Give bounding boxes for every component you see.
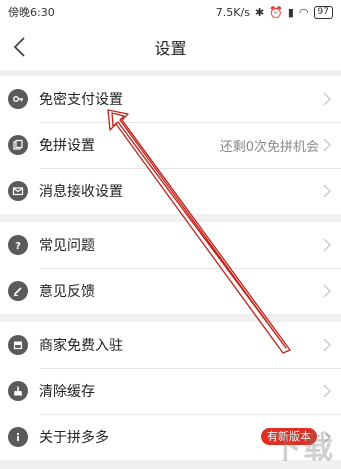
broom-icon — [8, 381, 28, 401]
alarm-icon: ⏰ — [269, 5, 283, 19]
wifi-icon: ◠ — [298, 5, 309, 19]
settings-item-label: 免拼设置 — [39, 138, 95, 154]
settings-item-clear-cache[interactable]: 清除缓存 — [0, 368, 341, 414]
page-title: 设置 — [154, 39, 187, 58]
watermark: 下载 — [271, 431, 335, 466]
pencil-icon — [8, 281, 28, 301]
settings-item-merchant-join[interactable]: 商家免费入驻 — [0, 322, 341, 368]
chevron-right-icon — [323, 184, 331, 198]
status-time: 傍晚6:30 — [8, 6, 55, 19]
settings-item-label: 商家免费入驻 — [39, 338, 123, 354]
settings-item-label: 意见反馈 — [39, 284, 95, 300]
store-icon — [8, 335, 28, 355]
battery-indicator: 97 — [313, 5, 333, 19]
chevron-right-icon — [323, 384, 331, 398]
info-icon — [8, 427, 28, 447]
chevron-right-icon — [323, 138, 331, 152]
settings-item-free-group[interactable]: 免拼设置 还剩0次免拼机会 — [0, 122, 341, 168]
nav-bar: 设置 — [0, 24, 341, 70]
bluetooth-icon: ✱ — [254, 5, 265, 19]
chevron-right-icon — [323, 284, 331, 298]
chevron-right-icon — [323, 338, 331, 352]
free-group-count-hint: 还剩0次免拼机会 — [219, 139, 319, 155]
key-icon — [8, 89, 28, 109]
chevron-right-icon — [323, 92, 331, 106]
svg-text:?: ? — [15, 241, 21, 251]
status-indicators: 7.5K/s ✱ ⏰ ▮ ◠ 97 — [215, 5, 333, 19]
settings-group-help: ? 常见问题 意见反馈 — [0, 222, 341, 314]
settings-item-label: 消息接收设置 — [39, 184, 123, 200]
coupon-icon — [8, 135, 28, 155]
settings-group-payment: 免密支付设置 免拼设置 还剩0次免拼机会 消息接收设置 — [0, 76, 341, 214]
settings-item-message-settings[interactable]: 消息接收设置 — [0, 168, 341, 214]
question-icon: ? — [8, 235, 28, 255]
settings-item-faq[interactable]: ? 常见问题 — [0, 222, 341, 268]
status-bar: 傍晚6:30 7.5K/s ✱ ⏰ ▮ ◠ 97 — [0, 0, 341, 24]
settings-item-label: 关于拼多多 — [39, 430, 109, 446]
settings-item-feedback[interactable]: 意见反馈 — [0, 268, 341, 314]
settings-item-password-free-payment[interactable]: 免密支付设置 — [0, 76, 341, 122]
signal-icon: ▮ — [287, 5, 294, 19]
mail-icon — [8, 181, 28, 201]
settings-item-label: 常见问题 — [39, 238, 95, 254]
settings-item-label: 清除缓存 — [39, 384, 95, 400]
back-arrow-icon[interactable] — [10, 36, 32, 58]
chevron-right-icon — [323, 238, 331, 252]
network-speed: 7.5K/s — [215, 5, 250, 19]
settings-item-label: 免密支付设置 — [39, 92, 123, 108]
